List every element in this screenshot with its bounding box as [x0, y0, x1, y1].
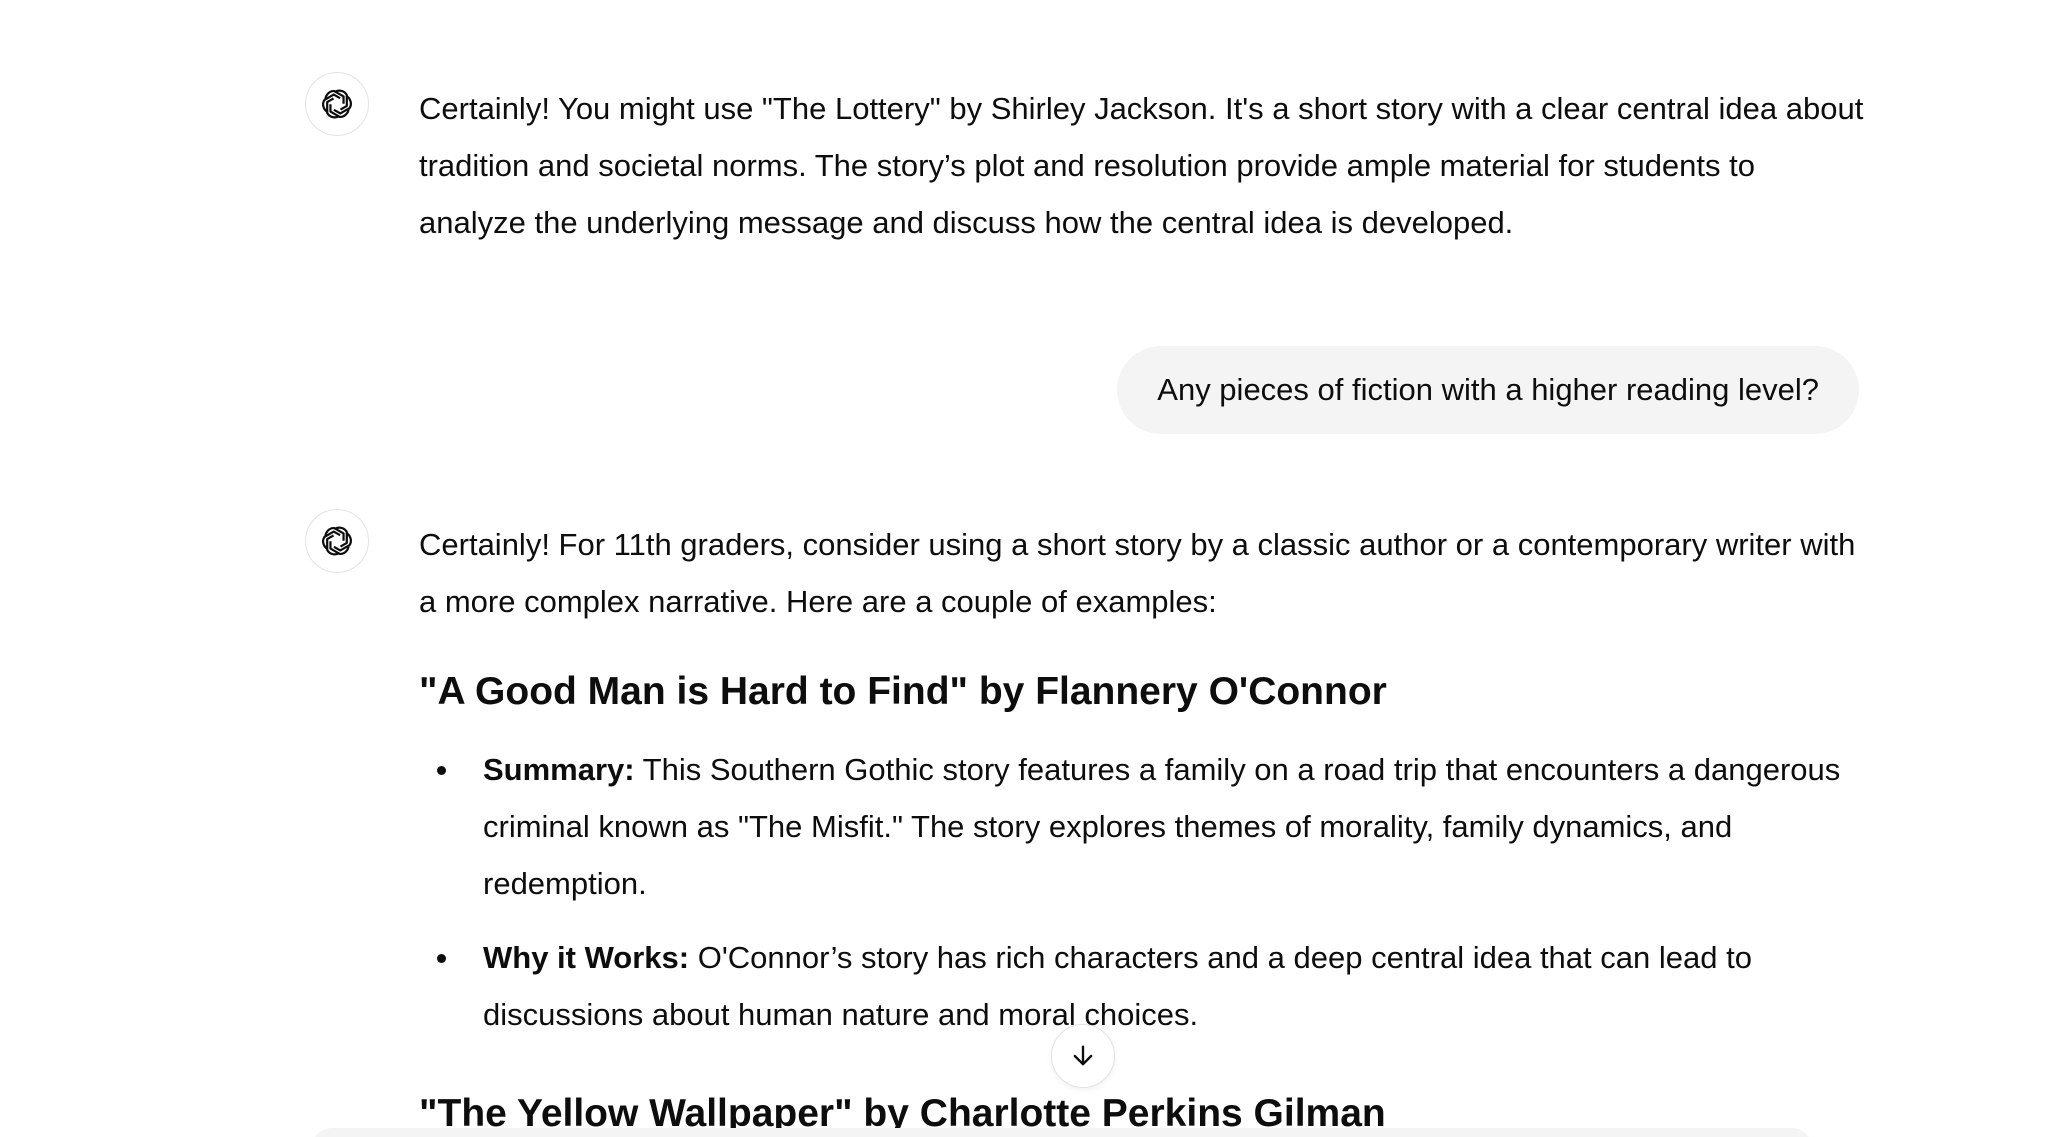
assistant-message-1-text: Certainly! You might use "The Lottery" b… [419, 91, 1864, 240]
bullet-label: Why it Works: [483, 940, 690, 975]
bullet-dot [437, 766, 446, 775]
bullet-list: Summary: This Southern Gothic story feat… [419, 741, 1869, 1060]
assistant-avatar [305, 72, 369, 136]
list-item: Why it Works: O'Connor’s story has rich … [419, 929, 1869, 1043]
chat-page: Certainly! You might use "The Lottery" b… [0, 0, 2048, 1137]
bullet-label: Summary: [483, 752, 635, 787]
assistant-message-2-intro: Certainly! For 11th graders, consider us… [419, 516, 1869, 630]
user-message-text: Any pieces of fiction with a higher read… [1157, 372, 1819, 407]
list-item: Summary: This Southern Gothic story feat… [419, 741, 1869, 912]
scroll-to-bottom-button[interactable] [1051, 1024, 1115, 1088]
user-message-bubble: Any pieces of fiction with a higher read… [1117, 346, 1859, 434]
bullet-dot [437, 954, 446, 963]
section-heading: "A Good Man is Hard to Find" by Flannery… [419, 670, 1387, 713]
assistant-avatar [305, 509, 369, 573]
bullet-text: This Southern Gothic story features a fa… [483, 752, 1841, 901]
openai-logo-icon [322, 526, 352, 556]
assistant-message-2-intro-text: Certainly! For 11th graders, consider us… [419, 527, 1856, 619]
message-composer[interactable] [312, 1128, 1812, 1137]
arrow-down-icon [1073, 1045, 1093, 1066]
assistant-message-1: Certainly! You might use "The Lottery" b… [419, 80, 1869, 251]
openai-logo-icon [322, 89, 352, 119]
